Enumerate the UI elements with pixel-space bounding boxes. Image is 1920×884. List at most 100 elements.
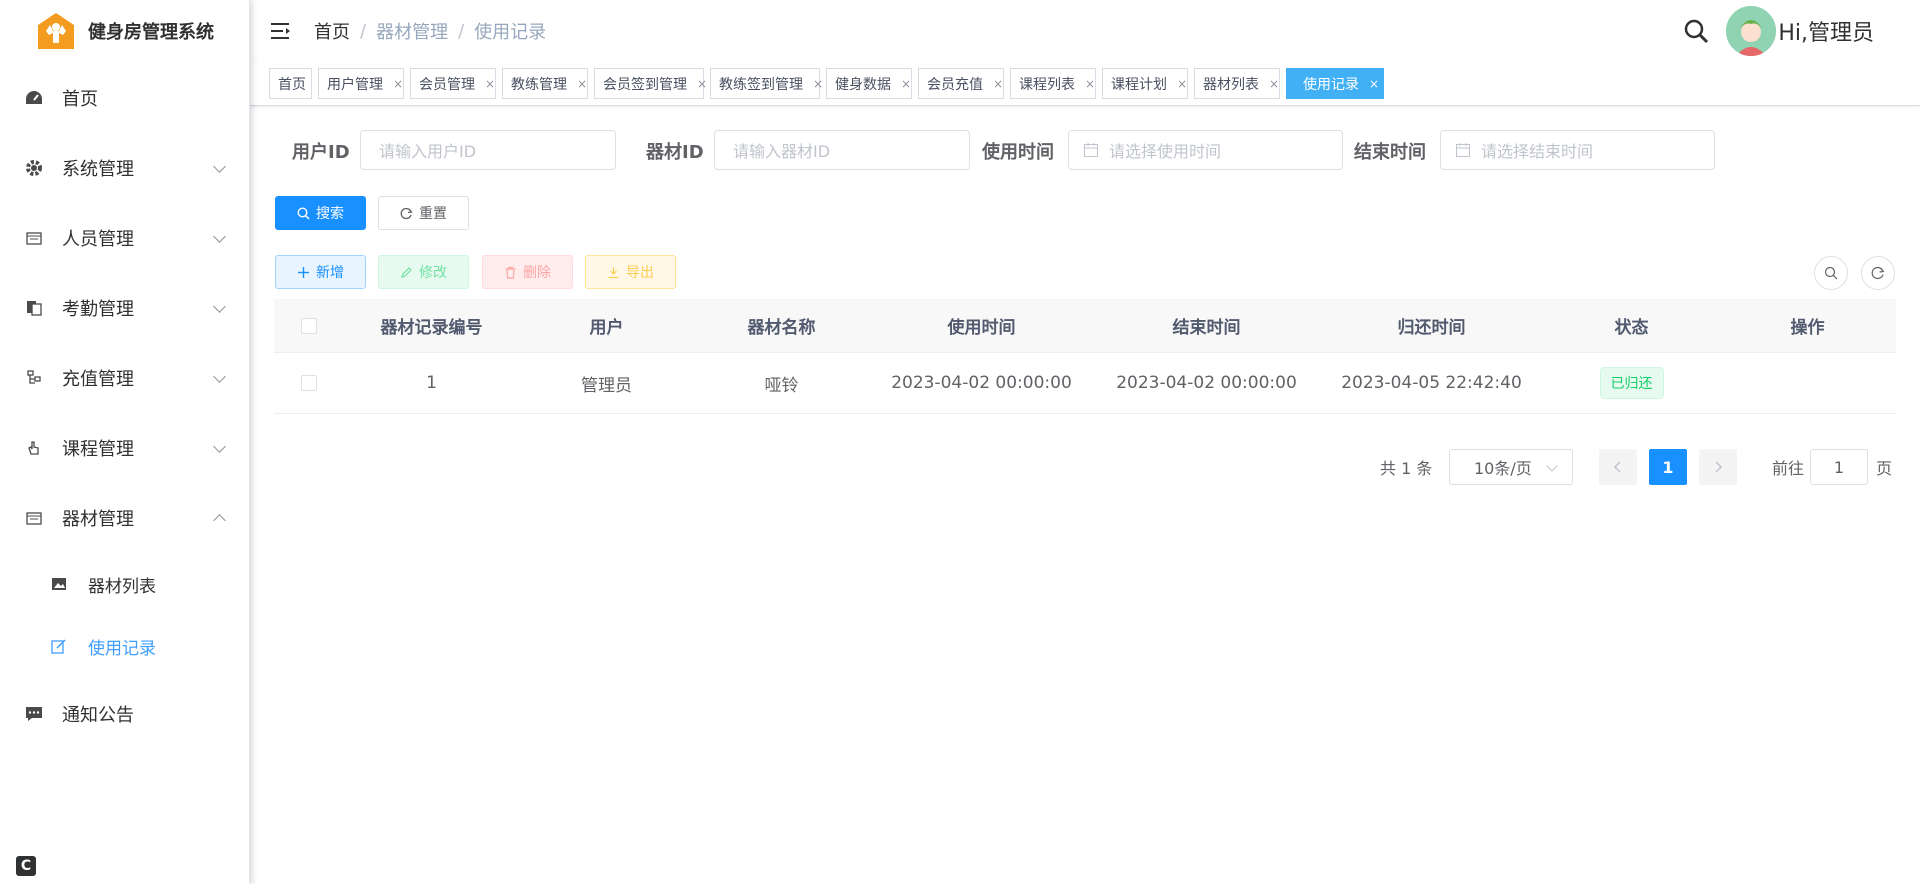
gym-logo-icon: [38, 13, 74, 49]
tag-label: 会员管理: [419, 76, 475, 93]
breadcrumb-home[interactable]: 首页: [314, 18, 350, 44]
sidebar-item-equipment[interactable]: 器材管理: [0, 490, 250, 546]
table-header: 器材记录编号 用户 器材名称 使用时间 结束时间 归还时间 状态 操作: [274, 299, 1896, 353]
records-table: 器材记录编号 用户 器材名称 使用时间 结束时间 归还时间 状态 操作 1 管理…: [274, 299, 1896, 414]
close-icon[interactable]: ×: [577, 77, 587, 91]
sidebar-item-attendance[interactable]: 考勤管理: [0, 280, 250, 336]
tag-label: 器材列表: [1203, 76, 1259, 93]
goto-page-input[interactable]: 1: [1810, 449, 1868, 485]
hamburger-menu-icon[interactable]: [270, 20, 292, 42]
tag-usage-records[interactable]: 使用记录 ×: [1286, 68, 1384, 99]
export-button[interactable]: 导出: [585, 255, 676, 289]
page-number-button[interactable]: 1: [1649, 449, 1687, 485]
hand-icon: [24, 438, 44, 458]
close-icon[interactable]: ×: [697, 77, 707, 91]
breadcrumb-separator: /: [458, 20, 465, 42]
close-icon[interactable]: ×: [1269, 77, 1279, 91]
close-icon[interactable]: ×: [993, 77, 1003, 91]
avatar[interactable]: [1726, 6, 1777, 56]
delete-button[interactable]: 删除: [482, 255, 573, 289]
logo-area: 健身房管理系统: [0, 0, 249, 62]
tag-coach-checkin[interactable]: 教练签到管理 ×: [710, 68, 823, 99]
close-icon[interactable]: ×: [901, 77, 911, 91]
sidebar-item-personnel[interactable]: 人员管理: [0, 210, 250, 266]
equipment-id-input[interactable]: 请输入器材ID: [714, 130, 970, 170]
close-icon[interactable]: ×: [485, 77, 495, 91]
close-icon[interactable]: ×: [1177, 77, 1187, 91]
column-header[interactable]: 器材记录编号: [344, 313, 519, 338]
tag-course-list[interactable]: 课程列表 ×: [1010, 68, 1096, 99]
user-id-input[interactable]: 请输入用户ID: [360, 130, 616, 170]
breadcrumb-current: 使用记录: [474, 22, 547, 43]
end-time-picker[interactable]: 请选择结束时间: [1440, 130, 1715, 170]
refresh-button[interactable]: [1861, 256, 1895, 290]
cell-equipment: 哑铃: [764, 375, 799, 396]
column-header[interactable]: 用户: [519, 313, 694, 338]
sidebar-item-label: 人员管理: [62, 229, 134, 250]
close-icon[interactable]: ×: [1369, 77, 1379, 91]
column-header[interactable]: 归还时间: [1319, 313, 1544, 338]
calendar-icon: [1456, 143, 1470, 157]
tag-course-plan[interactable]: 课程计划 ×: [1102, 68, 1188, 99]
cell-status: 已归还: [1544, 367, 1719, 399]
prev-page-button[interactable]: [1599, 449, 1637, 485]
toggle-search-button[interactable]: [1814, 256, 1848, 290]
chevron-down-icon: [213, 230, 226, 243]
sidebar-item-home[interactable]: 首页: [0, 70, 250, 126]
cell-end-time: 2023-04-02 00:00:00: [1116, 373, 1297, 393]
column-header[interactable]: 使用时间: [869, 313, 1094, 338]
next-page-button[interactable]: [1699, 449, 1737, 485]
close-icon[interactable]: ×: [393, 77, 403, 91]
tag-member-recharge[interactable]: 会员充值 ×: [918, 68, 1004, 99]
select-all-checkbox[interactable]: [301, 317, 317, 334]
search-button[interactable]: 搜索: [275, 196, 366, 230]
close-icon[interactable]: ×: [1085, 77, 1095, 91]
plus-icon: [298, 266, 309, 278]
sidebar-subitem-equipment-list[interactable]: 器材列表: [0, 556, 250, 612]
tag-fitness-data[interactable]: 健身数据 ×: [826, 68, 912, 99]
column-header[interactable]: 器材名称: [694, 313, 869, 338]
table-row[interactable]: 1 管理员 哑铃 2023-04-02 00:00:00 2023-04-02 …: [274, 353, 1896, 414]
tag-member-checkin[interactable]: 会员签到管理 ×: [594, 68, 707, 99]
column-header[interactable]: 结束时间: [1094, 313, 1319, 338]
tag-equipment-list[interactable]: 器材列表 ×: [1194, 68, 1280, 99]
tag-label: 课程计划: [1111, 76, 1167, 93]
calendar-icon: [24, 228, 44, 248]
use-time-label: 使用时间: [982, 142, 1054, 163]
tag-user-management[interactable]: 用户管理 ×: [318, 68, 404, 99]
close-icon[interactable]: ×: [813, 77, 823, 91]
reset-button[interactable]: 重置: [378, 196, 469, 230]
search-button-label: 搜索: [316, 206, 344, 222]
download-icon: [608, 266, 619, 278]
tag-member-management[interactable]: 会员管理 ×: [410, 68, 496, 99]
app-root: 健身房管理系统 首页 系统管理 人员管理 考勤管理 充值管理 课程管理 器材管理…: [0, 0, 1920, 884]
sidebar-item-courses[interactable]: 课程管理: [0, 420, 250, 476]
equipment-id-label: 器材ID: [646, 142, 704, 163]
user-greeting[interactable]: Hi,管理员: [1778, 15, 1874, 47]
reset-button-label: 重置: [419, 206, 447, 222]
use-time-placeholder: 请选择使用时间: [1109, 142, 1222, 161]
user-id-label: 用户ID: [292, 142, 350, 163]
edit-icon: [50, 637, 68, 655]
edit-button[interactable]: 修改: [378, 255, 469, 289]
use-time-picker[interactable]: 请选择使用时间: [1068, 130, 1343, 170]
search-icon[interactable]: [1682, 17, 1710, 45]
sidebar-item-label: 课程管理: [62, 439, 134, 460]
add-button-label: 新增: [316, 265, 344, 281]
column-header[interactable]: 状态: [1544, 313, 1719, 338]
sidebar-item-recharge[interactable]: 充值管理: [0, 350, 250, 406]
tag-home[interactable]: 首页: [269, 68, 312, 99]
user-id-placeholder: 请输入用户ID: [379, 142, 477, 161]
sidebar-item-notices[interactable]: 通知公告: [0, 686, 250, 742]
cell-record-id: 1: [426, 373, 437, 393]
row-checkbox[interactable]: [301, 375, 317, 391]
app-title: 健身房管理系统: [88, 22, 214, 43]
tag-coach-management[interactable]: 教练管理 ×: [502, 68, 588, 99]
tags-view: 首页 用户管理 × 会员管理 × 教练管理 × 会员签到管理 × 教练签到管理 × 健身数…: [250, 62, 1920, 106]
calendar-icon: [1084, 143, 1098, 157]
tag-label: 首页: [278, 76, 306, 93]
page-size-select[interactable]: 10条/页: [1449, 449, 1573, 485]
sidebar-item-system[interactable]: 系统管理: [0, 140, 250, 196]
sidebar-subitem-usage-records[interactable]: 使用记录: [0, 618, 250, 674]
add-button[interactable]: 新增: [275, 255, 366, 289]
